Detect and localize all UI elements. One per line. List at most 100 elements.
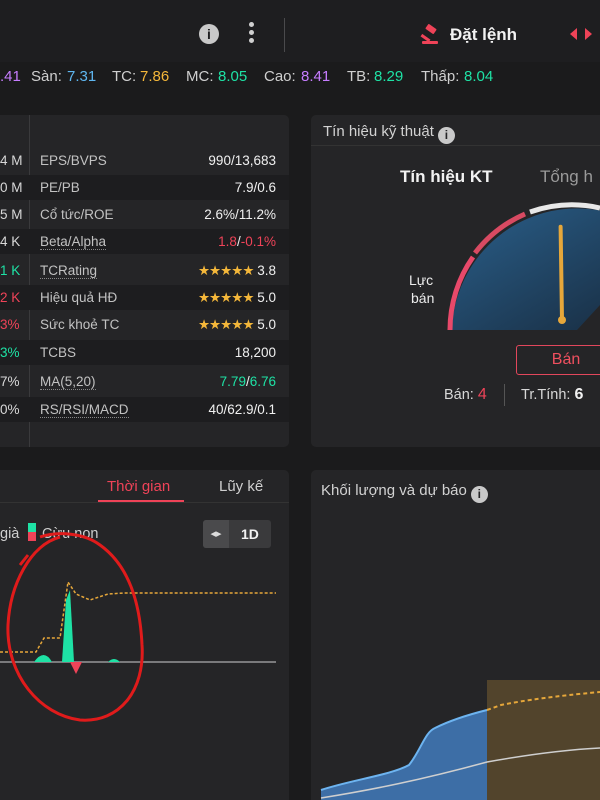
tb-value: 8.29 [374, 68, 404, 85]
stat-value: ★★★★★ 5.0 [198, 317, 276, 333]
volume-title: Khối lượng và dự báo i [321, 482, 488, 503]
ma5-value: 7.79 [219, 374, 246, 389]
stat-left: 5 M [0, 207, 23, 222]
beta-value: 1.8 [218, 234, 237, 249]
sell-value: 4 [477, 386, 487, 403]
stat-value: 18,200 [234, 345, 276, 360]
stat-row-dividend: 5 M Cổ tức/ROE 2.6%/11.2% [0, 202, 289, 227]
stat-row-efficiency: 2 K Hiệu quả HĐ ★★★★★ 5.0 [0, 285, 289, 310]
stat-row-rsi: 0% RS/RSI/MACD 40/62.9/0.1 [0, 397, 289, 422]
stat-value: 40/62.9/0.1 [208, 402, 276, 417]
period-label: 1D [241, 526, 259, 542]
technical-signal-title: Tín hiệu kỹ thuật i [323, 123, 455, 144]
tc-label: TC: [112, 68, 137, 85]
volume-chart [320, 680, 600, 800]
rating-stars: ★★★★★ [197, 263, 255, 278]
stat-row-ma: 7% MA(5,20) 7.79/6.76 [0, 369, 289, 394]
tab-summary[interactable]: Tổng h [540, 167, 593, 187]
kebab-icon[interactable] [246, 22, 256, 48]
stat-left: 4 M [0, 153, 23, 168]
mc-value: 8.05 [218, 68, 248, 85]
cao-label: Cao: [264, 68, 296, 85]
place-order-label: Đặt lệnh [450, 25, 518, 44]
stat-row-health: 3% Sức khoẻ TC ★★★★★ 5.0 [0, 312, 289, 337]
signal-badge: Bán [516, 345, 600, 375]
stat-left: 3% [0, 317, 20, 332]
stat-value: 7.79/6.76 [219, 374, 276, 389]
gauge-needle [558, 224, 564, 322]
rating-stars: ★★★★★ [197, 290, 255, 305]
tc-value: 7.86 [140, 68, 170, 85]
title-divider [311, 145, 600, 146]
gauge-label-line1: Lực [409, 272, 434, 288]
circle-annotation [6, 532, 144, 722]
gauge-label: Lực [409, 272, 433, 288]
stat-left: 0% [0, 402, 20, 417]
neutral-label: Tr.Tính: [521, 387, 571, 403]
stats-panel: 4 M EPS/BVPS 990/13,683 0 M PE/PB 7.9/0.… [0, 115, 289, 447]
stat-value: 7.9/0.6 [234, 180, 276, 195]
stat-left: 7% [0, 374, 20, 389]
price-first: .41 [0, 68, 21, 85]
stat-name: Hiệu quả HĐ [40, 290, 118, 305]
tab-signal[interactable]: Tín hiệu KT [400, 167, 493, 187]
stat-row-tcrating: 1 K TCRating ★★★★★ 3.8 [0, 258, 289, 283]
stat-row-tcbs: 3% TCBS 18,200 [0, 340, 289, 365]
ma20-value: 6.76 [249, 374, 276, 389]
alpha-value: -0.1% [240, 234, 276, 249]
stat-name: TCBS [40, 345, 77, 360]
rating-stars: ★★★★★ [197, 317, 255, 332]
stat-left: 4 K [0, 234, 21, 249]
tb-label: TB: [347, 68, 371, 85]
san-value: 7.31 [67, 68, 97, 85]
count-divider [504, 384, 505, 406]
sell-count: Bán: 4 [444, 386, 487, 404]
stat-left: 2 K [0, 290, 21, 305]
rating-value: 3.8 [257, 263, 276, 278]
volume-title-text: Khối lượng và dự báo [321, 482, 467, 499]
stat-value: 2.6%/11.2% [204, 207, 276, 222]
stat-value: ★★★★★ 5.0 [198, 290, 276, 306]
price-bar: .41 Sàn: 7.31 TC: 7.86 MC: 8.05 Cao: 8.4… [0, 62, 600, 92]
stat-name[interactable]: MA(5,20) [40, 374, 96, 390]
stat-row-pe: 0 M PE/PB 7.9/0.6 [0, 175, 289, 200]
mc-label: MC: [186, 68, 214, 85]
stat-value: 1.8/-0.1% [218, 234, 276, 249]
stat-name: PE/PB [40, 180, 80, 195]
stat-name: EPS/BVPS [40, 153, 107, 168]
tab-time[interactable]: Thời gian [107, 478, 170, 495]
period-selector[interactable]: ◂▸ 1D [203, 520, 271, 548]
info-icon[interactable]: i [437, 127, 455, 144]
neutral-value: 6 [574, 386, 584, 403]
signal-gauge [447, 202, 600, 331]
place-order-button[interactable]: Đặt lệnh [420, 22, 517, 48]
stat-value: ★★★★★ 3.8 [198, 263, 276, 279]
info-icon[interactable]: i [470, 486, 488, 503]
thap-value: 8.04 [464, 68, 494, 85]
stat-left: 3% [0, 345, 20, 360]
stat-name[interactable]: TCRating [40, 263, 98, 279]
info-icon[interactable]: i [199, 24, 219, 44]
divider [284, 18, 285, 52]
gauge-label-line2: bán [411, 290, 435, 306]
stat-row-eps: 4 M EPS/BVPS 990/13,683 [0, 148, 289, 173]
san-label: Sàn: [31, 68, 62, 85]
stat-row-beta: 4 K Beta/Alpha 1.8/-0.1% [0, 229, 289, 254]
rating-value: 5.0 [257, 317, 276, 332]
top-bar: i Đặt lệnh [0, 0, 600, 62]
tab-divider [0, 502, 289, 503]
stat-left: 0 M [0, 180, 23, 195]
arrows-left-right-icon[interactable] [568, 24, 594, 44]
gauge-label-2: bán [411, 290, 434, 306]
stat-left: 1 K [0, 263, 21, 278]
sell-label: Bán: [444, 387, 474, 403]
period-toggle-icon[interactable]: ◂▸ [203, 520, 229, 548]
stat-name[interactable]: Beta/Alpha [40, 234, 107, 250]
neutral-count: Tr.Tính: 6 [521, 386, 583, 404]
stat-name: Sức khoẻ TC [40, 317, 120, 332]
cao-value: 8.41 [301, 68, 331, 85]
stat-name[interactable]: RS/RSI/MACD [40, 402, 129, 418]
thap-label: Thấp: [421, 68, 460, 85]
gavel-icon [420, 24, 438, 44]
tab-cumulative[interactable]: Lũy kế [219, 478, 263, 495]
